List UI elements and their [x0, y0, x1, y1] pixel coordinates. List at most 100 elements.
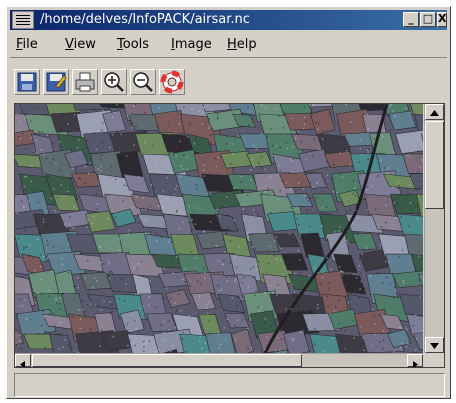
speckle — [118, 298, 120, 300]
speckle — [328, 288, 330, 290]
speckle — [343, 326, 345, 328]
speckle — [409, 202, 412, 204]
speckle — [79, 318, 82, 320]
speckle — [410, 313, 413, 315]
speckle — [130, 332, 132, 334]
field-parcel — [101, 330, 134, 352]
title-bar[interactable]: /home/delves/InfoPACK/airsar.nc _ □ X — [10, 10, 447, 30]
speckle — [234, 338, 237, 341]
speckle — [109, 277, 111, 280]
menu-image[interactable]: Image — [171, 37, 212, 53]
speckle — [349, 273, 351, 275]
print-icon — [75, 72, 95, 92]
speckle — [29, 244, 31, 246]
speckle — [327, 306, 329, 308]
scroll-left-button[interactable] — [15, 354, 31, 367]
speckle — [361, 253, 364, 255]
speckle — [84, 277, 87, 279]
window-menu-icon[interactable] — [12, 11, 34, 29]
speckle — [354, 187, 356, 189]
minimize-button[interactable]: _ — [403, 12, 419, 27]
speckle — [379, 244, 381, 246]
speckle — [23, 185, 26, 188]
speckle — [362, 192, 364, 194]
menu-tools[interactable]: Tools — [117, 37, 149, 53]
help-button[interactable] — [159, 69, 185, 95]
speckle — [224, 338, 227, 341]
save-button[interactable] — [14, 69, 40, 95]
speckle — [109, 194, 111, 196]
speckle — [403, 282, 405, 284]
speckle — [169, 297, 171, 299]
speckle — [203, 164, 205, 166]
speckle — [141, 209, 143, 211]
speckle — [189, 285, 192, 287]
scroll-down-button[interactable] — [425, 337, 444, 353]
speckle — [279, 146, 282, 149]
speckle — [34, 220, 36, 222]
scroll-up-button[interactable] — [425, 104, 444, 120]
horizontal-scroll-thumb[interactable] — [32, 354, 302, 367]
speckle — [128, 229, 130, 231]
speckle — [89, 162, 91, 164]
speckle — [217, 333, 219, 336]
speckle — [226, 318, 229, 320]
scroll-right-button[interactable] — [407, 354, 423, 367]
speckle — [279, 349, 281, 351]
speckle — [201, 228, 203, 230]
speckle — [240, 181, 243, 183]
close-button[interactable]: X — [437, 12, 447, 27]
speckle — [72, 227, 74, 229]
speckle — [329, 144, 332, 147]
menu-view[interactable]: View — [65, 37, 96, 53]
speckle — [40, 278, 42, 281]
speckle — [339, 152, 341, 154]
speckle — [163, 331, 165, 334]
speckle — [211, 242, 213, 244]
speckle — [156, 240, 158, 242]
speckle — [204, 272, 206, 274]
horizontal-scrollbar[interactable] — [15, 353, 423, 367]
speckle — [381, 313, 383, 315]
speckle — [91, 223, 94, 225]
arrow-right-icon — [413, 361, 418, 367]
vertical-scroll-thumb[interactable] — [425, 121, 444, 209]
speckle — [383, 130, 385, 133]
speckle — [59, 169, 61, 171]
speckle — [253, 145, 256, 147]
speckle — [31, 164, 33, 167]
speckle — [231, 297, 233, 299]
speckle — [312, 104, 315, 106]
speckle — [279, 169, 282, 172]
speckle — [54, 113, 56, 116]
zoom-in-button[interactable] — [101, 69, 127, 95]
print-button[interactable] — [72, 69, 98, 95]
menu-file[interactable]: File — [16, 37, 38, 53]
speckle — [243, 218, 245, 221]
vertical-scrollbar[interactable] — [424, 104, 444, 353]
menu-help[interactable]: Help — [227, 37, 257, 53]
speckle — [275, 258, 278, 260]
speckle — [33, 292, 36, 294]
speckle — [180, 165, 182, 167]
speckle — [209, 192, 211, 195]
speckle — [143, 350, 145, 352]
zoom-out-button[interactable] — [130, 69, 156, 95]
speckle — [317, 128, 319, 131]
speckle — [330, 268, 333, 271]
save-as-button[interactable] — [43, 69, 69, 95]
sar-image-canvas — [15, 104, 423, 353]
speckle — [277, 165, 280, 167]
sar-image[interactable] — [15, 104, 423, 353]
speckle — [296, 298, 298, 301]
maximize-button[interactable]: □ — [420, 12, 436, 27]
speckle — [270, 128, 272, 130]
speckle — [411, 212, 413, 214]
speckle — [285, 308, 287, 310]
speckle — [251, 117, 253, 120]
speckle — [199, 335, 202, 337]
speckle — [182, 154, 185, 157]
speckle — [336, 191, 338, 194]
speckle — [60, 257, 63, 260]
speckle — [25, 113, 27, 115]
